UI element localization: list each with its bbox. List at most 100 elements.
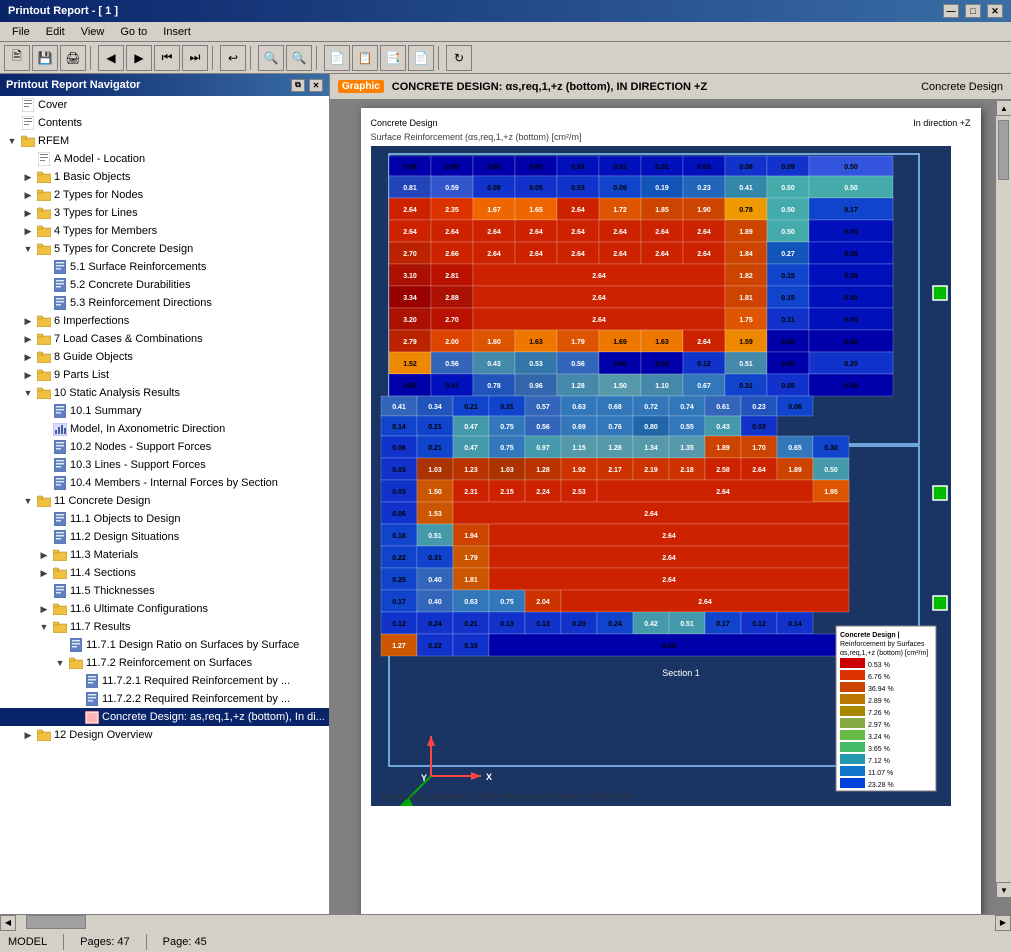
sidebar-item-11-5[interactable]: 11.5 Thicknesses: [0, 582, 329, 600]
menu-insert[interactable]: Insert: [155, 24, 199, 40]
sidebar-item-11-concrete[interactable]: ▼11 Concrete Design: [0, 492, 329, 510]
sidebar-item-4-members[interactable]: ▶4 Types for Members: [0, 222, 329, 240]
sidebar-item-10-1[interactable]: 10.1 Summary: [0, 402, 329, 420]
close-button[interactable]: ✕: [987, 4, 1003, 18]
sidebar-item-5-1[interactable]: 5.1 Surface Reinforcements: [0, 258, 329, 276]
tree-icon-11-concrete: [36, 493, 52, 509]
sidebar-item-10-4[interactable]: 10.4 Members - Internal Forces by Sectio…: [0, 474, 329, 492]
tree-expand-11-7-2[interactable]: ▼: [52, 654, 68, 672]
toolbar-export[interactable]: 📄: [324, 45, 350, 71]
sidebar-float-btn[interactable]: ⧉: [291, 79, 305, 92]
tree-expand-3-lines[interactable]: ▶: [20, 204, 36, 222]
sidebar-item-11-4[interactable]: ▶11.4 Sections: [0, 564, 329, 582]
sidebar-item-7-load[interactable]: ▶7 Load Cases & Combinations: [0, 330, 329, 348]
tree-expand-11-6[interactable]: ▶: [36, 600, 52, 618]
tree-expand-11-concrete[interactable]: ▼: [20, 492, 36, 510]
sidebar-item-6-imperf[interactable]: ▶6 Imperfections: [0, 312, 329, 330]
vertical-scrollbar[interactable]: ▲ ▼: [995, 100, 1011, 898]
toolbar-new[interactable]: 🖹: [4, 45, 30, 71]
sidebar-item-11-7-2[interactable]: ▼11.7.2 Reinforcement on Surfaces: [0, 654, 329, 672]
tree-expand-1-basic[interactable]: ▶: [20, 168, 36, 186]
sidebar-item-11-2[interactable]: 11.2 Design Situations: [0, 528, 329, 546]
sidebar-item-2-nodes[interactable]: ▶2 Types for Nodes: [0, 186, 329, 204]
sidebar-item-11-7[interactable]: ▼11.7 Results: [0, 618, 329, 636]
toolbar-prev[interactable]: ◀: [98, 45, 124, 71]
maximize-button[interactable]: □: [965, 4, 981, 18]
toolbar-undo[interactable]: ↩: [220, 45, 246, 71]
scroll-down-btn[interactable]: ▼: [996, 882, 1011, 898]
sidebar-item-11-concrete-design[interactable]: Concrete Design: as,req,1,+z (bottom), I…: [0, 708, 329, 726]
sidebar-item-cover[interactable]: Cover: [0, 96, 329, 114]
toolbar-page[interactable]: 📄: [408, 45, 434, 71]
hscroll-right-btn[interactable]: ▶: [995, 915, 1011, 931]
svg-text:0.19: 0.19: [655, 185, 669, 192]
tree-expand-11-3[interactable]: ▶: [36, 546, 52, 564]
sidebar-item-a-model[interactable]: A Model - Location: [0, 150, 329, 168]
sidebar-item-5-concrete[interactable]: ▼5 Types for Concrete Design: [0, 240, 329, 258]
scroll-thumb[interactable]: [998, 120, 1009, 180]
sidebar-item-11-7-2-1[interactable]: 11.7.2.1 Required Reinforcement by ...: [0, 672, 329, 690]
tree-expand-8-guide[interactable]: ▶: [20, 348, 36, 366]
toolbar-paste[interactable]: 📑: [380, 45, 406, 71]
hscroll-left-btn[interactable]: ◀: [0, 915, 16, 931]
sidebar-item-11-7-2-2[interactable]: 11.7.2.2 Required Reinforcement by ...: [0, 690, 329, 708]
sidebar-item-10-static[interactable]: ▼ 10 Static Analysis Results: [0, 384, 329, 402]
tree-expand-11-7[interactable]: ▼: [36, 618, 52, 636]
menu-file[interactable]: File: [4, 24, 38, 40]
sidebar-item-1-basic[interactable]: ▶1 Basic Objects: [0, 168, 329, 186]
sidebar-item-rfem[interactable]: ▼RFEM: [0, 132, 329, 150]
tree-expand-6-imperf[interactable]: ▶: [20, 312, 36, 330]
toolbar-zoom-in[interactable]: 🔍: [258, 45, 284, 71]
tree-icon-10-static: [36, 385, 52, 401]
menu-goto[interactable]: Go to: [112, 24, 155, 40]
sidebar-item-10-model[interactable]: Model, In Axonometric Direction: [0, 420, 329, 438]
page-view[interactable]: Concrete Design In direction +Z Surface …: [330, 100, 1011, 914]
tree-expand-12-design[interactable]: ▶: [20, 726, 36, 744]
svg-text:Reinforcement by Surfaces: Reinforcement by Surfaces: [840, 641, 925, 648]
toolbar-refresh[interactable]: ↻: [446, 45, 472, 71]
tree-label-10-static: 10 Static Analysis Results: [54, 387, 180, 399]
menu-view[interactable]: View: [73, 24, 113, 40]
svg-text:0.55: 0.55: [680, 424, 694, 431]
sidebar-item-11-7-1[interactable]: 11.7.1 Design Ratio on Surfaces by Surfa…: [0, 636, 329, 654]
toolbar-first[interactable]: ⏮: [154, 45, 180, 71]
hscroll-thumb[interactable]: [26, 915, 86, 929]
tree-expand-5-concrete[interactable]: ▼: [20, 240, 36, 258]
sidebar-item-3-lines[interactable]: ▶3 Types for Lines: [0, 204, 329, 222]
tree-expand-rfem[interactable]: ▼: [4, 132, 20, 150]
toolbar-save[interactable]: 💾: [32, 45, 58, 71]
svg-text:1.84: 1.84: [739, 251, 753, 258]
sidebar-item-10-3[interactable]: 10.3 Lines - Support Forces: [0, 456, 329, 474]
sidebar-item-11-3[interactable]: ▶11.3 Materials: [0, 546, 329, 564]
tree-expand-10-1: [36, 402, 52, 420]
tree-expand-9-parts[interactable]: ▶: [20, 366, 36, 384]
sidebar-item-contents[interactable]: Contents: [0, 114, 329, 132]
svg-text:0.69: 0.69: [572, 424, 586, 431]
scroll-up-btn[interactable]: ▲: [996, 100, 1011, 116]
sidebar-item-11-6[interactable]: ▶11.6 Ultimate Configurations: [0, 600, 329, 618]
menu-edit[interactable]: Edit: [38, 24, 73, 40]
sidebar-item-5-3[interactable]: 5.3 Reinforcement Directions: [0, 294, 329, 312]
sidebar-item-8-guide[interactable]: ▶8 Guide Objects: [0, 348, 329, 366]
tree-expand-2-nodes[interactable]: ▶: [20, 186, 36, 204]
toolbar-next[interactable]: ▶: [126, 45, 152, 71]
sidebar-item-12-design[interactable]: ▶12 Design Overview: [0, 726, 329, 744]
toolbar-print[interactable]: 🖨: [60, 45, 86, 71]
minimize-button[interactable]: —: [943, 4, 959, 18]
sidebar-close-btn[interactable]: ✕: [309, 79, 323, 92]
tree-icon-11-2: [52, 529, 68, 545]
svg-text:2.64: 2.64: [662, 577, 676, 584]
toolbar-last[interactable]: ⏭: [182, 45, 208, 71]
toolbar-zoom-out[interactable]: 🔍: [286, 45, 312, 71]
sidebar-item-10-2[interactable]: 10.2 Nodes - Support Forces: [0, 438, 329, 456]
tree-expand-11-4[interactable]: ▶: [36, 564, 52, 582]
svg-text:0.05: 0.05: [781, 383, 795, 390]
tree-expand-7-load[interactable]: ▶: [20, 330, 36, 348]
sidebar-item-11-1[interactable]: 11.1 Objects to Design: [0, 510, 329, 528]
tree-expand-10-static[interactable]: ▼: [20, 384, 36, 402]
tree-expand-4-members[interactable]: ▶: [20, 222, 36, 240]
sidebar-item-5-2[interactable]: 5.2 Concrete Durabilities: [0, 276, 329, 294]
toolbar-copy[interactable]: 📋: [352, 45, 378, 71]
svg-text:0.01: 0.01: [613, 164, 627, 171]
sidebar-item-9-parts[interactable]: ▶9 Parts List: [0, 366, 329, 384]
